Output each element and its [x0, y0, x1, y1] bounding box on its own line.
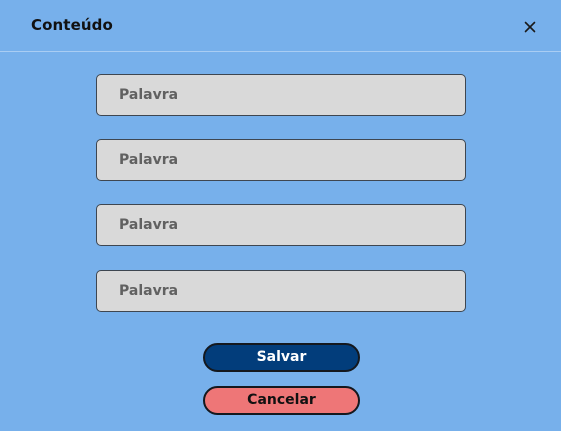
dialog-title: Conteúdo — [31, 16, 113, 34]
close-icon — [524, 21, 536, 33]
word-input-1[interactable] — [96, 74, 466, 116]
dialog-header: Conteúdo — [0, 0, 561, 52]
cancel-button[interactable]: Cancelar — [203, 386, 360, 415]
word-input-2[interactable] — [96, 139, 466, 181]
save-button[interactable]: Salvar — [203, 343, 360, 372]
word-input-4[interactable] — [96, 270, 466, 312]
word-input-3[interactable] — [96, 204, 466, 246]
close-button[interactable] — [519, 16, 541, 38]
content-dialog: Conteúdo Salvar Cancelar — [0, 0, 561, 431]
